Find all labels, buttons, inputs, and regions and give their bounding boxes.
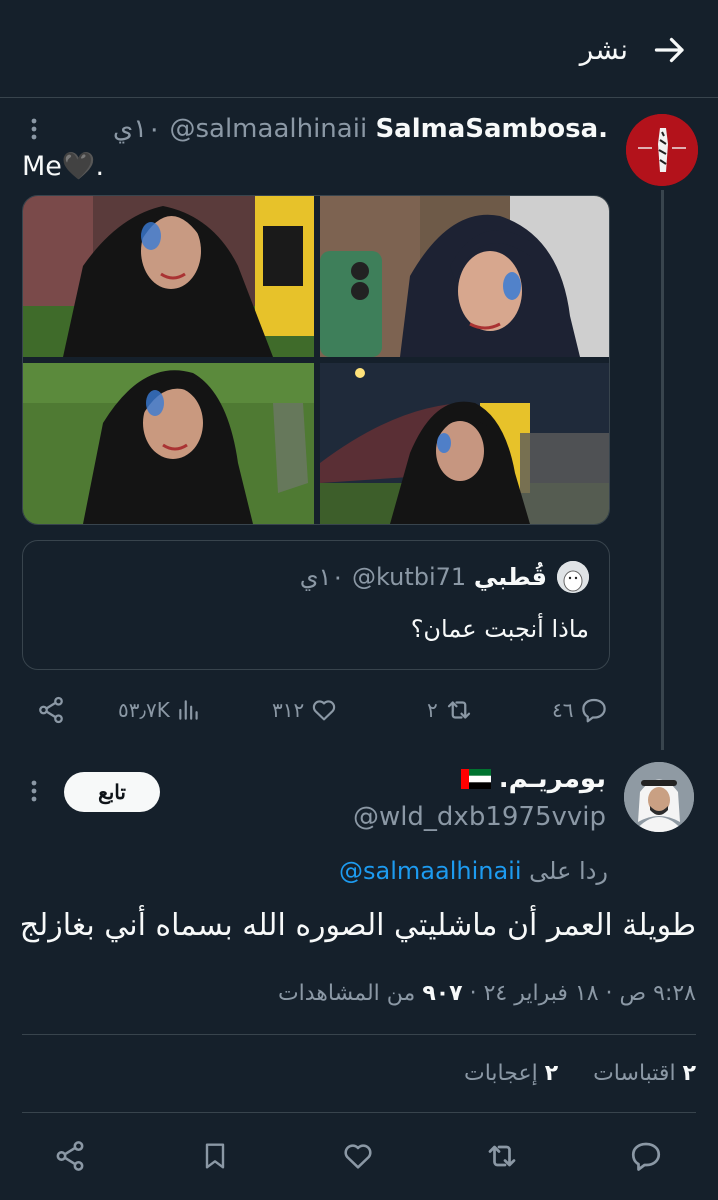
tweet-timestamp: ٩:٢٨ ص · ١٨ فبراير ٢٤ · ٩٠٧ من المشاهدات <box>278 978 696 1010</box>
quoted-text: ماذا أنجبت عمان؟ <box>410 615 589 643</box>
media-photo-4[interactable] <box>320 363 609 524</box>
author-name: بومريـم. <box>498 764 606 794</box>
retweets-count: ٢ <box>427 698 438 722</box>
photo-image <box>320 363 609 524</box>
divider <box>22 1034 696 1035</box>
media-grid <box>22 195 610 525</box>
replying-to-label: ردا على <box>529 857 608 885</box>
arrow-right-icon <box>654 37 684 63</box>
tweet-meta: ١٠ي @salmaalhinaii SalmaSambosa. <box>113 112 608 146</box>
quoted-name: قُطبي <box>473 563 547 591</box>
tweet-actions: ٥٣٫٧K ٣١٢ ٢ ٤٦ <box>22 690 610 730</box>
photo-image <box>23 363 314 524</box>
tweet-text: Me🖤. <box>22 151 105 182</box>
avatar-image <box>624 762 694 832</box>
quoted-handle: @kutbi71 <box>351 563 467 591</box>
timestamp-text[interactable]: ٩:٢٨ ص · ١٨ فبراير ٢٤ · <box>470 981 696 1006</box>
share-button[interactable] <box>36 690 66 730</box>
avatar[interactable] <box>557 561 589 593</box>
retweet-icon <box>488 1145 516 1167</box>
avatar-image <box>626 114 698 186</box>
thread-line <box>661 190 664 750</box>
quotes-count: ٢ <box>682 1061 696 1086</box>
bookmark-icon <box>205 1143 225 1169</box>
quoted-meta: ١٠ي @kutbi71 قُطبي <box>300 561 547 593</box>
reply-button[interactable]: ٤٦ <box>552 690 609 730</box>
tweet-text: طويلة العمر أن ماشليتي الصوره الله بسماه… <box>19 908 696 943</box>
photo-image <box>23 196 314 357</box>
author-name[interactable]: SalmaSambosa. <box>375 114 608 144</box>
reply-actions <box>0 1136 718 1176</box>
quotes-label[interactable]: اقتباسات <box>593 1061 675 1086</box>
avatar[interactable] <box>626 114 698 186</box>
uae-flag-icon <box>460 769 491 789</box>
media-photo-3[interactable] <box>23 363 314 524</box>
likes-label[interactable]: إعجابات <box>464 1061 538 1086</box>
avatar[interactable] <box>624 762 694 832</box>
retweet-button[interactable]: ٢ <box>427 690 474 730</box>
page-title: نشر <box>579 33 628 66</box>
more-vertical-icon <box>31 118 37 140</box>
reply-icon <box>582 698 607 723</box>
engagement-stats: ٢ اقتباسات ٢ إعجابات <box>464 1058 696 1090</box>
share-icon <box>56 1141 84 1171</box>
author-handle[interactable]: @wld_dxb1975vvip <box>353 800 606 834</box>
more-options-button[interactable] <box>24 778 44 804</box>
likes-count: ٣١٢ <box>272 698 305 722</box>
like-button[interactable]: ٣١٢ <box>272 690 338 730</box>
mention-link[interactable]: @salmaalhinaii <box>339 857 521 885</box>
reply-button[interactable] <box>626 1136 666 1176</box>
views-button[interactable]: ٥٣٫٧K <box>118 690 202 730</box>
follow-button[interactable]: تابع <box>64 772 160 812</box>
like-button[interactable] <box>338 1136 378 1176</box>
share-button[interactable] <box>50 1136 90 1176</box>
replying-to: @salmaalhinaii ردا على <box>339 855 608 887</box>
views-label: من المشاهدات <box>277 981 416 1006</box>
media-photo-2[interactable] <box>320 196 609 357</box>
more-vertical-icon <box>31 780 37 802</box>
likes-count: ٢ <box>544 1061 559 1086</box>
photo-image <box>320 196 609 357</box>
like-icon <box>313 700 336 721</box>
reply-icon <box>631 1142 661 1171</box>
retweet-button[interactable] <box>482 1136 522 1176</box>
back-button[interactable] <box>652 32 688 68</box>
bookmark-button[interactable] <box>195 1136 235 1176</box>
author-handle[interactable]: @salmaalhinaii <box>169 114 367 144</box>
retweet-icon <box>447 701 470 719</box>
quoted-tweet[interactable]: ١٠ي @kutbi71 قُطبي ماذا أنجبت عمان؟ <box>22 540 610 670</box>
avatar-image <box>557 561 589 593</box>
top-bar: نشر <box>0 0 718 98</box>
views-count: ٥٣٫٧K <box>118 698 170 722</box>
views-count: ٩٠٧ <box>422 981 463 1006</box>
divider <box>22 1112 696 1113</box>
views-icon <box>179 700 198 720</box>
share-icon <box>39 696 63 724</box>
replies-count: ٤٦ <box>552 698 574 722</box>
media-photo-1[interactable] <box>23 196 314 357</box>
tweet-time: ١٠ي <box>112 114 162 144</box>
reply-author[interactable]: بومريـم. <box>460 762 606 796</box>
like-icon <box>344 1144 372 1169</box>
more-options-button[interactable] <box>24 116 44 142</box>
quoted-time: ١٠ي <box>299 563 345 591</box>
